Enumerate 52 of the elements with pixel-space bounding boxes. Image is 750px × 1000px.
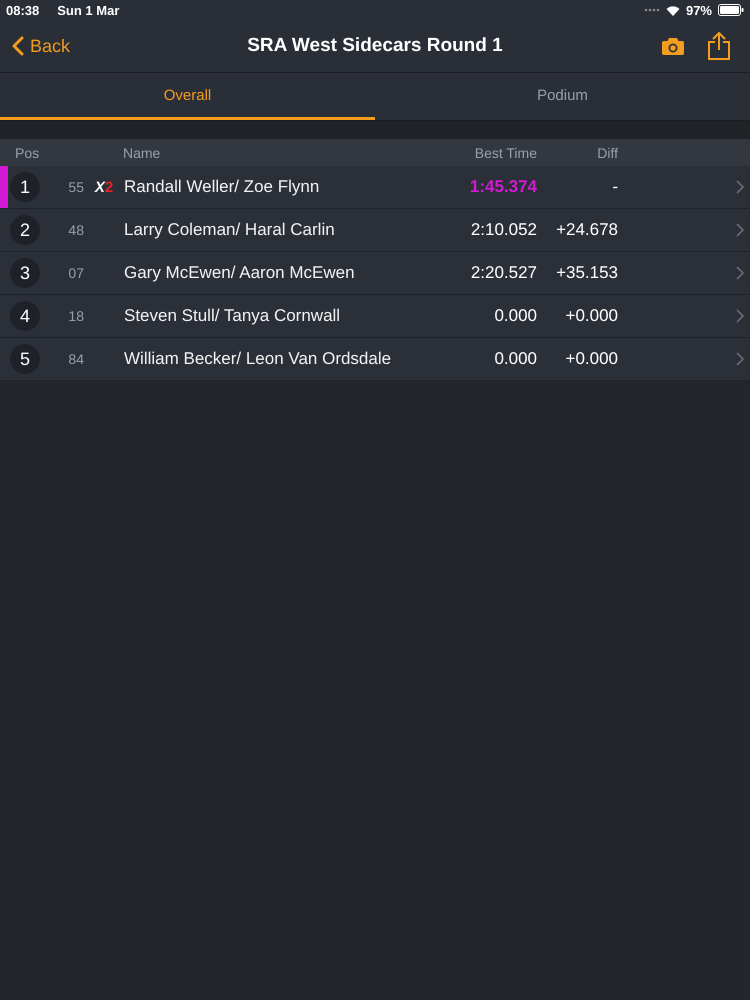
- race-number: 07: [67, 265, 84, 281]
- time-diff: +35.153: [555, 263, 618, 283]
- back-button[interactable]: Back: [0, 36, 70, 56]
- race-number: 84: [67, 351, 84, 367]
- column-header: Diff: [596, 144, 618, 160]
- chevron-icon: [736, 309, 744, 323]
- result-row[interactable]: 4 18 Steven Stull/ Tanya Cornwall 0.000 +0.000: [0, 295, 750, 338]
- result-row[interactable]: 1 55 X2 Randall Weller/ Zoe Flynn 1:45.374 -: [0, 166, 750, 209]
- battery-icon: [718, 4, 744, 16]
- best-time: 1:45.374: [468, 177, 537, 197]
- tab[interactable]: Podium: [375, 73, 750, 120]
- result-row[interactable]: 3 07 Gary McEwen/ Aaron McEwen 2:20.527 +35.153: [0, 252, 750, 295]
- position-badge: 5: [10, 344, 40, 374]
- status-time: 08:38: [6, 2, 40, 18]
- rider-names: Gary McEwen/ Aaron McEwen: [124, 263, 356, 283]
- column-header: Best Time: [474, 144, 537, 160]
- wifi-icon: [666, 4, 680, 16]
- rider-names: Randall Weller/ Zoe Flynn: [124, 177, 320, 197]
- time-diff: +0.000: [564, 306, 618, 326]
- rider-names: Steven Stull/ Tanya Cornwall: [124, 306, 342, 326]
- rider-names: William Becker/ Leon Van Ordsdale: [124, 349, 392, 369]
- result-row[interactable]: 2 48 Larry Coleman/ Haral Carlin 2:10.052 +24.678: [0, 209, 750, 252]
- position-badge: 4: [10, 301, 40, 331]
- chevron-icon: [736, 180, 744, 194]
- status-date: Sun 1 Mar: [57, 2, 120, 18]
- column-header: Pos: [14, 144, 40, 160]
- best-time: 2:20.527: [470, 263, 537, 283]
- column-header: Name: [123, 144, 162, 160]
- best-time: 0.000: [493, 349, 537, 369]
- best-time: 2:10.052: [470, 220, 537, 240]
- time-diff: +24.678: [555, 220, 618, 240]
- class-label: X2: [94, 178, 114, 196]
- race-number: 18: [67, 308, 84, 324]
- chevron-icon: [736, 223, 744, 237]
- signal-icon: [644, 8, 660, 12]
- page-title: SRA West Sidecars Round 1: [246, 35, 504, 57]
- result-row[interactable]: 5 84 William Becker/ Leon Van Ordsdale 0.000 +0.000: [0, 338, 750, 381]
- position-badge: 2: [10, 215, 40, 245]
- race-number: 48: [67, 222, 84, 238]
- rider-names: Larry Coleman/ Haral Carlin: [124, 220, 336, 240]
- chevron-icon: [736, 266, 744, 280]
- best-time: 0.000: [493, 306, 537, 326]
- camera-icon[interactable]: [662, 38, 684, 54]
- time-diff: +0.000: [564, 349, 618, 369]
- position-badge: 3: [10, 258, 40, 288]
- chevron-icon: [736, 352, 744, 366]
- time-diff: -: [611, 177, 618, 197]
- back-chevron-icon: [12, 36, 24, 56]
- race-number: 55: [67, 179, 84, 195]
- battery-percent: 97%: [686, 2, 712, 18]
- position-badge: 1: [10, 172, 40, 202]
- share-icon[interactable]: [708, 32, 730, 60]
